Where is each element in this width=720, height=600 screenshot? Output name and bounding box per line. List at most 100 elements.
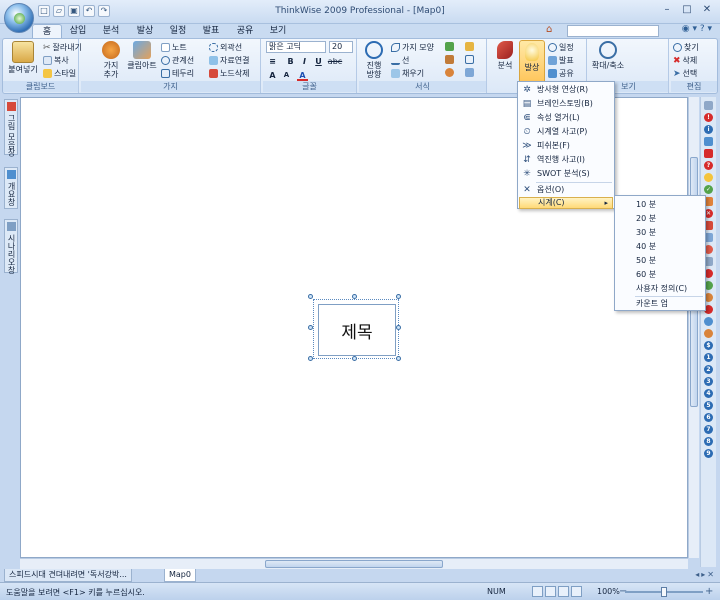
tab-schedule[interactable]: 일정	[164, 24, 192, 38]
font-size-select[interactable]: 20	[329, 41, 353, 53]
tab-ideation[interactable]: 발상	[131, 24, 159, 38]
priority-4-icon[interactable]: 4	[704, 389, 713, 398]
horizontal-scroll-thumb[interactable]	[265, 560, 443, 568]
maximize-button[interactable]: □	[680, 4, 694, 16]
view-normal-icon[interactable]	[532, 586, 543, 597]
people-icon[interactable]	[704, 137, 713, 146]
priority-3-icon[interactable]: 3	[704, 377, 713, 386]
delete-button[interactable]: ✖ 삭제	[673, 55, 697, 66]
dollar-icon[interactable]: $	[704, 341, 713, 350]
tab-home[interactable]: 홈	[32, 24, 62, 38]
select-button[interactable]: ➤ 선택	[673, 68, 697, 79]
relation-button[interactable]: 관계선	[161, 55, 194, 66]
app-menu-button[interactable]	[4, 3, 34, 33]
central-topic-label[interactable]: 제목	[318, 304, 396, 356]
pen-icon[interactable]	[445, 42, 454, 51]
horizontal-scrollbar[interactable]	[20, 558, 688, 569]
italic-button[interactable]: I	[299, 56, 310, 67]
align-icon[interactable]: ≡	[267, 56, 278, 67]
flag-icon[interactable]	[704, 149, 713, 158]
line-button[interactable]: 선	[391, 55, 409, 66]
resize-handle[interactable]	[396, 294, 401, 299]
align-shape-icon[interactable]	[465, 55, 474, 64]
find-button[interactable]: 찾기	[673, 42, 699, 53]
view-full-icon[interactable]	[571, 586, 582, 597]
tab-insert[interactable]: 삽입	[64, 24, 92, 38]
view-slide-icon[interactable]	[558, 586, 569, 597]
zoom-slider-knob[interactable]	[661, 587, 667, 597]
minimize-button[interactable]: –	[660, 4, 674, 16]
tab-scenario-pane[interactable]: 시나리오창	[4, 219, 18, 274]
underline-button[interactable]: U	[313, 56, 324, 67]
clipart-button[interactable]: 클립아트	[127, 41, 157, 70]
font-color-icon[interactable]: A	[297, 70, 308, 81]
font-grow-icon[interactable]: A	[267, 70, 278, 81]
exclamation-icon[interactable]: !	[704, 113, 713, 122]
menu-item-attribute[interactable]: ⋐ 속성 열거(L)	[519, 111, 613, 125]
priority-1-icon[interactable]: 1	[704, 353, 713, 362]
share-button[interactable]: 공유	[548, 68, 574, 79]
ideate-button[interactable]: 발상	[519, 40, 545, 84]
submenu-item-countup[interactable]: 카운트 업	[616, 297, 704, 311]
menu-item-fishbone[interactable]: ≫ 피쉬본(F)	[519, 139, 613, 153]
submenu-item-20min[interactable]: 20 분	[616, 212, 704, 226]
menu-item-swot[interactable]: ✳ SWOT 분석(S)	[519, 167, 613, 181]
branch-shape-button[interactable]: 가지 모양	[391, 42, 434, 53]
menu-item-timeseries[interactable]: ⏲ 시계열 사고(P)	[519, 125, 613, 139]
tab-share[interactable]: 공유	[231, 24, 259, 38]
resize-handle[interactable]	[308, 356, 313, 361]
doc-tab-map0[interactable]: Map0	[164, 569, 196, 582]
paste-button[interactable]: 붙여넣기	[6, 41, 40, 74]
shape-icon[interactable]	[445, 55, 454, 64]
priority-2-icon[interactable]: 2	[704, 365, 713, 374]
schedule-button[interactable]: 일정	[548, 42, 574, 53]
doc-tab-nav-icons[interactable]: ◂▸✕	[695, 570, 716, 579]
warning-icon[interactable]	[704, 329, 713, 338]
menu-item-options[interactable]: ✕ 옵션(O)	[519, 183, 613, 197]
color-icon[interactable]	[465, 42, 474, 51]
doc-tab-article[interactable]: 스피드시대 견뎌내려면 '독서강박...	[4, 569, 132, 582]
priority-6-icon[interactable]: 6	[704, 413, 713, 422]
analyze-button[interactable]: 분석	[492, 41, 518, 70]
menu-item-brainstorming[interactable]: ▤ 브레인스토밍(B)	[519, 97, 613, 111]
central-topic[interactable]: 제목	[313, 299, 399, 359]
note-button[interactable]: 노트	[161, 42, 187, 53]
tab-presentation[interactable]: 발표	[197, 24, 225, 38]
resize-handle[interactable]	[396, 356, 401, 361]
border-button[interactable]: 테두리	[161, 68, 194, 79]
resize-handle[interactable]	[308, 325, 313, 330]
submenu-item-10min[interactable]: 10 분	[616, 198, 704, 212]
boundary-button[interactable]: 외곽선	[209, 42, 242, 53]
bold-button[interactable]: B	[285, 56, 296, 67]
strikethrough-button[interactable]: abc	[327, 56, 343, 67]
menu-item-reverse[interactable]: ⇵ 역진행 사고(I)	[519, 153, 613, 167]
submenu-item-40min[interactable]: 40 분	[616, 240, 704, 254]
fill-button[interactable]: 채우기	[391, 68, 424, 79]
resize-handle[interactable]	[352, 294, 357, 299]
style-button[interactable]: 스타일	[43, 68, 76, 79]
palette-icon[interactable]	[445, 68, 454, 77]
vertical-scrollbar[interactable]	[688, 97, 699, 558]
arrange-icon[interactable]	[465, 68, 474, 77]
resize-handle[interactable]	[308, 294, 313, 299]
tab-outline-pane[interactable]: 개요창	[4, 167, 18, 209]
direction-button[interactable]: 진행 방향	[362, 41, 386, 79]
tab-view[interactable]: 보기	[264, 24, 292, 38]
submenu-item-50min[interactable]: 50 분	[616, 254, 704, 268]
menu-item-radial[interactable]: ✲ 방사형 연상(R)	[519, 83, 613, 97]
expand-strip-icon[interactable]	[704, 101, 713, 110]
close-button[interactable]: ✕	[700, 4, 714, 16]
priority-5-icon[interactable]: 5	[704, 401, 713, 410]
copy-button[interactable]: 복사	[43, 55, 69, 66]
zoom-button[interactable]: 확대/축소	[591, 41, 625, 70]
present-button[interactable]: 발표	[548, 55, 574, 66]
check-icon[interactable]: ✓	[704, 185, 713, 194]
person-icon[interactable]	[704, 317, 713, 326]
cut-button[interactable]: ✂ 잘라내기	[43, 42, 82, 53]
tab-clipart-pane[interactable]: 그림 모음창	[4, 99, 18, 157]
view-outline-icon[interactable]	[545, 586, 556, 597]
priority-7-icon[interactable]: 7	[704, 425, 713, 434]
resize-handle[interactable]	[352, 356, 357, 361]
font-name-select[interactable]: 맑은 고딕	[266, 41, 326, 53]
submenu-item-30min[interactable]: 30 분	[616, 226, 704, 240]
